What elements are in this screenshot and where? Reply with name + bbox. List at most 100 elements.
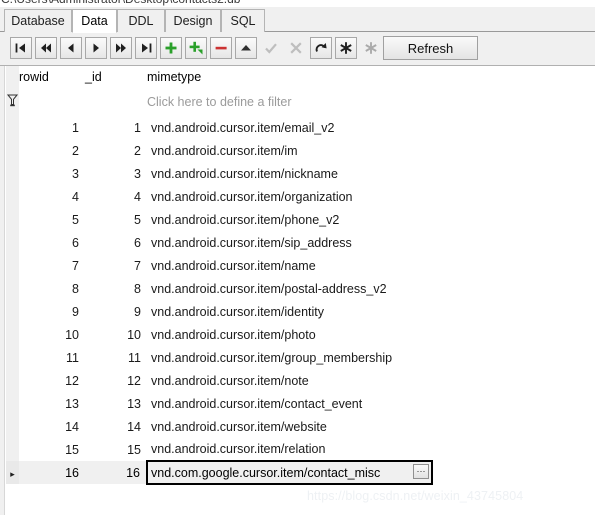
- tab-database[interactable]: Database: [4, 9, 72, 32]
- row-indicator[interactable]: [6, 254, 19, 277]
- row-indicator[interactable]: [6, 300, 19, 323]
- cell-mimetype[interactable]: vnd.android.cursor.item/website: [147, 415, 432, 438]
- cell-editor-ellipsis-button[interactable]: ⋯: [413, 464, 429, 479]
- tab-data[interactable]: Data: [72, 9, 117, 33]
- cell-rowid[interactable]: 6: [19, 231, 85, 254]
- column-header-mimetype[interactable]: mimetype: [147, 66, 432, 88]
- cell-id[interactable]: 4: [85, 185, 147, 208]
- delete-record-button[interactable]: [210, 37, 232, 59]
- table-row[interactable]: 1 1 vnd.android.cursor.item/email_v2: [6, 116, 432, 139]
- cell-id[interactable]: 13: [85, 392, 147, 415]
- cell-mimetype[interactable]: vnd.com.google.cursor.item/contact_misc ⋯: [146, 460, 433, 485]
- cell-rowid[interactable]: 12: [19, 369, 85, 392]
- table-row[interactable]: 12 12 vnd.android.cursor.item/note: [6, 369, 432, 392]
- cell-rowid[interactable]: 16: [19, 461, 85, 484]
- next-record-button[interactable]: [85, 37, 107, 59]
- table-row[interactable]: 9 9 vnd.android.cursor.item/identity: [6, 300, 432, 323]
- row-indicator[interactable]: ▸: [6, 461, 19, 484]
- cell-id[interactable]: 9: [85, 300, 147, 323]
- row-indicator[interactable]: [6, 438, 19, 461]
- table-row[interactable]: 8 8 vnd.android.cursor.item/postal-address…: [6, 277, 432, 300]
- refresh-record-button[interactable]: [310, 37, 332, 59]
- table-row[interactable]: ▸ 16 16 vnd.com.google.cursor.item/contact_…: [6, 460, 433, 485]
- cell-id[interactable]: 7: [85, 254, 147, 277]
- row-indicator[interactable]: [6, 277, 19, 300]
- row-indicator[interactable]: [6, 185, 19, 208]
- prior-record-button[interactable]: [60, 37, 82, 59]
- cell-mimetype[interactable]: vnd.android.cursor.item/contact_event: [147, 392, 432, 415]
- cell-rowid[interactable]: 2: [19, 139, 85, 162]
- row-indicator[interactable]: [6, 346, 19, 369]
- table-row[interactable]: 10 10 vnd.android.cursor.item/photo: [6, 323, 432, 346]
- refresh-button[interactable]: Refresh: [383, 36, 478, 60]
- insert-record-button[interactable]: [160, 37, 182, 59]
- cell-rowid[interactable]: 4: [19, 185, 85, 208]
- cell-id[interactable]: 3: [85, 162, 147, 185]
- row-indicator[interactable]: [6, 208, 19, 231]
- cell-rowid[interactable]: 13: [19, 392, 85, 415]
- cell-mimetype[interactable]: vnd.android.cursor.item/im: [147, 139, 432, 162]
- cell-mimetype[interactable]: vnd.android.cursor.item/nickname: [147, 162, 432, 185]
- cell-rowid[interactable]: 1: [19, 116, 85, 139]
- cell-id[interactable]: 10: [85, 323, 147, 346]
- table-row[interactable]: 7 7 vnd.android.cursor.item/name: [6, 254, 432, 277]
- cell-mimetype[interactable]: vnd.android.cursor.item/group_membership: [147, 346, 432, 369]
- cell-mimetype[interactable]: vnd.android.cursor.item/postal-address_v…: [147, 277, 432, 300]
- cell-rowid[interactable]: 9: [19, 300, 85, 323]
- cell-mimetype[interactable]: vnd.android.cursor.item/phone_v2: [147, 208, 432, 231]
- cell-id[interactable]: 6: [85, 231, 147, 254]
- cell-id[interactable]: 11: [85, 346, 147, 369]
- table-row[interactable]: 2 2 vnd.android.cursor.item/im: [6, 139, 432, 162]
- first-record-button[interactable]: [10, 37, 32, 59]
- edit-record-button[interactable]: [235, 37, 257, 59]
- tab-ddl[interactable]: DDL: [117, 9, 165, 32]
- row-indicator[interactable]: [6, 231, 19, 254]
- cell-rowid[interactable]: 11: [19, 346, 85, 369]
- cell-id[interactable]: 15: [85, 438, 147, 461]
- cell-mimetype[interactable]: vnd.android.cursor.item/sip_address: [147, 231, 432, 254]
- cell-id[interactable]: 2: [85, 139, 147, 162]
- cell-rowid[interactable]: 5: [19, 208, 85, 231]
- tab-design[interactable]: Design: [165, 9, 221, 32]
- prior-page-button[interactable]: [35, 37, 57, 59]
- cell-id[interactable]: 14: [85, 415, 147, 438]
- filter-cell-id[interactable]: [85, 88, 147, 116]
- row-indicator[interactable]: [6, 415, 19, 438]
- cell-mimetype[interactable]: vnd.android.cursor.item/photo: [147, 323, 432, 346]
- cell-id[interactable]: 16: [85, 461, 147, 484]
- row-indicator[interactable]: [6, 323, 19, 346]
- last-record-button[interactable]: [135, 37, 157, 59]
- table-row[interactable]: 4 4 vnd.android.cursor.item/organization: [6, 185, 432, 208]
- cell-mimetype[interactable]: vnd.android.cursor.item/email_v2: [147, 116, 432, 139]
- row-indicator[interactable]: [6, 116, 19, 139]
- table-row[interactable]: 14 14 vnd.android.cursor.item/website: [6, 415, 432, 438]
- column-header-id[interactable]: _id: [85, 66, 147, 88]
- cell-mimetype[interactable]: vnd.android.cursor.item/identity: [147, 300, 432, 323]
- cell-mimetype[interactable]: vnd.android.cursor.item/name: [147, 254, 432, 277]
- table-row[interactable]: 3 3 vnd.android.cursor.item/nickname: [6, 162, 432, 185]
- row-indicator[interactable]: [6, 162, 19, 185]
- cell-rowid[interactable]: 3: [19, 162, 85, 185]
- cell-mimetype[interactable]: vnd.android.cursor.item/relation: [147, 438, 432, 461]
- table-row[interactable]: 15 15 vnd.android.cursor.item/relation: [6, 438, 432, 461]
- cell-id[interactable]: 1: [85, 116, 147, 139]
- cell-rowid[interactable]: 8: [19, 277, 85, 300]
- filter-icon-cell[interactable]: [6, 88, 19, 116]
- row-indicator[interactable]: [6, 392, 19, 415]
- row-indicator[interactable]: [6, 139, 19, 162]
- cell-mimetype[interactable]: vnd.android.cursor.item/organization: [147, 185, 432, 208]
- cell-rowid[interactable]: 15: [19, 438, 85, 461]
- row-indicator[interactable]: [6, 369, 19, 392]
- table-row[interactable]: 5 5 vnd.android.cursor.item/phone_v2: [6, 208, 432, 231]
- cell-mimetype[interactable]: vnd.android.cursor.item/note: [147, 369, 432, 392]
- cell-rowid[interactable]: 7: [19, 254, 85, 277]
- cell-id[interactable]: 5: [85, 208, 147, 231]
- duplicate-record-button[interactable]: [185, 37, 207, 59]
- cell-id[interactable]: 8: [85, 277, 147, 300]
- column-header-rowid[interactable]: rowid: [19, 66, 85, 88]
- clear-filter-button[interactable]: [335, 37, 357, 59]
- cell-rowid[interactable]: 10: [19, 323, 85, 346]
- filter-row[interactable]: Click here to define a filter: [6, 88, 432, 116]
- table-row[interactable]: 6 6 vnd.android.cursor.item/sip_address: [6, 231, 432, 254]
- filter-cell-rowid[interactable]: [19, 88, 85, 116]
